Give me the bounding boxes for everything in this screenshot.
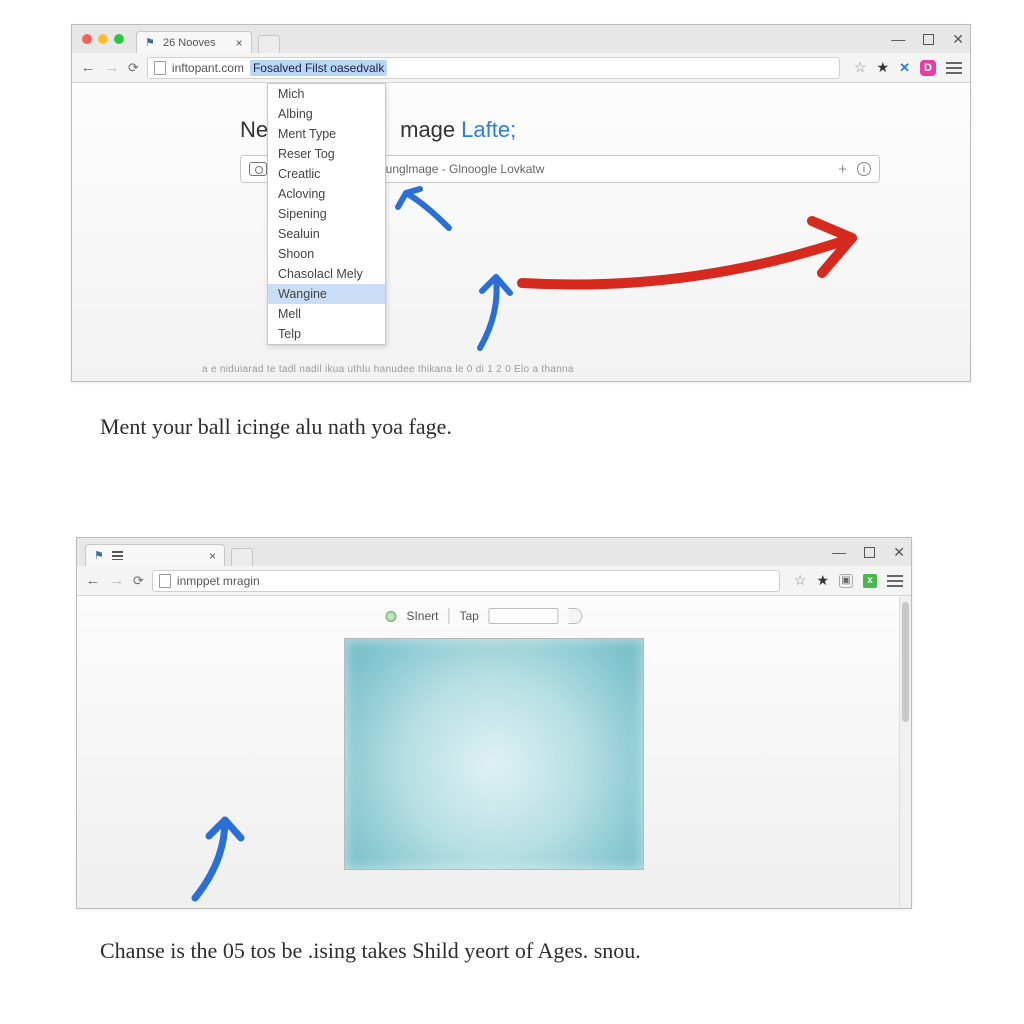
- bookmark-star-outline-icon[interactable]: ☆: [854, 59, 867, 76]
- browser-tab-active[interactable]: 26 Nooves ×: [136, 31, 252, 53]
- autocomplete-item[interactable]: Ment Type: [268, 124, 385, 144]
- page-icon: [154, 61, 166, 75]
- titlebar: × — ✕: [77, 538, 911, 566]
- autocomplete-item-highlighted[interactable]: Wangine: [268, 284, 385, 304]
- annotation-arrow-blue-up-icon: [181, 806, 261, 906]
- instruction-caption-1: Ment your ball icinge alu nath yoa fage.: [100, 412, 920, 442]
- browser-tab-active[interactable]: ×: [85, 544, 225, 566]
- page-heading-part2: mage: [400, 117, 455, 143]
- autocomplete-item[interactable]: Mich: [268, 84, 385, 104]
- window-minimize-button[interactable]: —: [891, 31, 905, 47]
- autocomplete-item[interactable]: Creatlic: [268, 164, 385, 184]
- mini-label-2: Tap: [459, 609, 478, 623]
- tab-close-icon[interactable]: ×: [209, 549, 216, 563]
- toolbar: ← → ⟳ inftopant.com Fosalved Filst oased…: [72, 53, 970, 83]
- browser-window-1: 26 Nooves × — ✕ ← → ⟳ inftopant.com Fosa…: [71, 24, 971, 382]
- window-maximize-button[interactable]: [864, 547, 875, 558]
- tab-strip: 26 Nooves ×: [136, 25, 280, 53]
- window-minimize-button[interactable]: —: [832, 544, 846, 560]
- reload-button[interactable]: ⟳: [133, 573, 144, 589]
- mac-close-button[interactable]: [82, 34, 92, 44]
- tab-title: 26 Nooves: [163, 37, 216, 49]
- address-bar[interactable]: inmppet mragin: [152, 570, 780, 592]
- titlebar: 26 Nooves × — ✕: [72, 25, 970, 53]
- window-maximize-button[interactable]: [923, 34, 934, 45]
- separator: [448, 608, 449, 624]
- autocomplete-item[interactable]: Sealuin: [268, 224, 385, 244]
- page-footer-text: a e niduiarad te tadl nadil ikua uthlu h…: [202, 364, 930, 375]
- autocomplete-dropdown: Mich Albing Ment Type Reser Tog Creatlic…: [267, 83, 386, 345]
- page-heading-accent: Lafte;: [461, 117, 516, 143]
- bookmark-star-icon[interactable]: ★: [816, 572, 829, 589]
- tab-menu-icon: [112, 551, 123, 560]
- autocomplete-item[interactable]: Reser Tog: [268, 144, 385, 164]
- bookmark-star-outline-icon[interactable]: ☆: [794, 572, 807, 589]
- info-icon[interactable]: i: [857, 162, 871, 176]
- tab-strip: ×: [85, 538, 253, 566]
- browser-window-2: × — ✕ ← → ⟳ inmppet mragin ☆ ★ ▣ x SIner…: [76, 537, 912, 909]
- search-text: ounglmage - Glnoogle Lovkatw: [379, 162, 544, 176]
- page-icon: [159, 574, 171, 588]
- reload-button[interactable]: ⟳: [128, 60, 139, 76]
- page-content: SInert Tap: [77, 596, 911, 908]
- camera-icon[interactable]: [249, 162, 267, 176]
- forward-button[interactable]: →: [109, 572, 125, 589]
- address-domain: inftopant.com: [172, 61, 244, 75]
- tab-favicon-icon: [145, 37, 157, 49]
- forward-button[interactable]: →: [104, 59, 120, 76]
- autocomplete-item[interactable]: Mell: [268, 304, 385, 324]
- address-autocomplete-highlight: Fosalved Filst oasedvalk: [250, 60, 387, 76]
- page-mini-toolbar: SInert Tap: [385, 608, 582, 624]
- status-dot-icon: [385, 611, 396, 622]
- autocomplete-item[interactable]: Shoon: [268, 244, 385, 264]
- add-icon[interactable]: +: [838, 161, 847, 178]
- mac-traffic-lights: [72, 34, 124, 44]
- mini-input[interactable]: [489, 608, 559, 624]
- new-tab-button[interactable]: [231, 548, 253, 566]
- extension-blue-icon[interactable]: ✕: [899, 60, 910, 76]
- mac-minimize-button[interactable]: [98, 34, 108, 44]
- annotation-arrow-blue-small-icon: [394, 183, 464, 243]
- page-heading-part1: Ne: [240, 117, 268, 143]
- window-controls: — ✕: [832, 538, 905, 566]
- extension-pink-icon[interactable]: D: [920, 60, 936, 76]
- page-content: Ne mage Lafte; ounglmage - Glnoogle Lovk…: [72, 83, 970, 381]
- address-text: inmppet mragin: [177, 574, 260, 588]
- back-button[interactable]: ←: [85, 572, 101, 589]
- address-bar[interactable]: inftopant.com Fosalved Filst oasedvalk: [147, 57, 840, 79]
- toolbar: ← → ⟳ inmppet mragin ☆ ★ ▣ x: [77, 566, 911, 596]
- menu-button[interactable]: [946, 62, 962, 74]
- autocomplete-item[interactable]: Albing: [268, 104, 385, 124]
- image-preview-pane[interactable]: [344, 638, 644, 870]
- annotation-arrow-blue-up-icon: [460, 263, 520, 353]
- instruction-caption-2: Chanse is the 05 tos be .ising takes Shi…: [100, 936, 920, 966]
- tab-favicon-icon: [94, 550, 106, 562]
- window-controls: — ✕: [891, 25, 964, 53]
- mini-endcap: [569, 608, 583, 624]
- toolbar-actions: ☆ ★ ▣ x: [794, 572, 903, 589]
- vertical-scrollbar[interactable]: [899, 596, 911, 908]
- bookmark-star-icon[interactable]: ★: [877, 59, 890, 76]
- extension-info-icon[interactable]: ▣: [839, 574, 853, 588]
- autocomplete-item[interactable]: Sipening: [268, 204, 385, 224]
- menu-button[interactable]: [887, 575, 903, 587]
- window-close-button[interactable]: ✕: [893, 544, 905, 561]
- tab-close-icon[interactable]: ×: [236, 36, 243, 50]
- extension-green-icon[interactable]: x: [863, 574, 877, 588]
- autocomplete-item[interactable]: Chasolacl Mely: [268, 264, 385, 284]
- mac-zoom-button[interactable]: [114, 34, 124, 44]
- window-close-button[interactable]: ✕: [952, 31, 964, 48]
- autocomplete-item[interactable]: Acloving: [268, 184, 385, 204]
- new-tab-button[interactable]: [258, 35, 280, 53]
- annotation-arrow-red-icon: [512, 203, 892, 313]
- scrollbar-thumb[interactable]: [902, 602, 909, 722]
- toolbar-actions: ☆ ★ ✕ D: [854, 59, 962, 76]
- back-button[interactable]: ←: [80, 59, 96, 76]
- autocomplete-item[interactable]: Telp: [268, 324, 385, 344]
- mini-label-1: SInert: [406, 609, 438, 623]
